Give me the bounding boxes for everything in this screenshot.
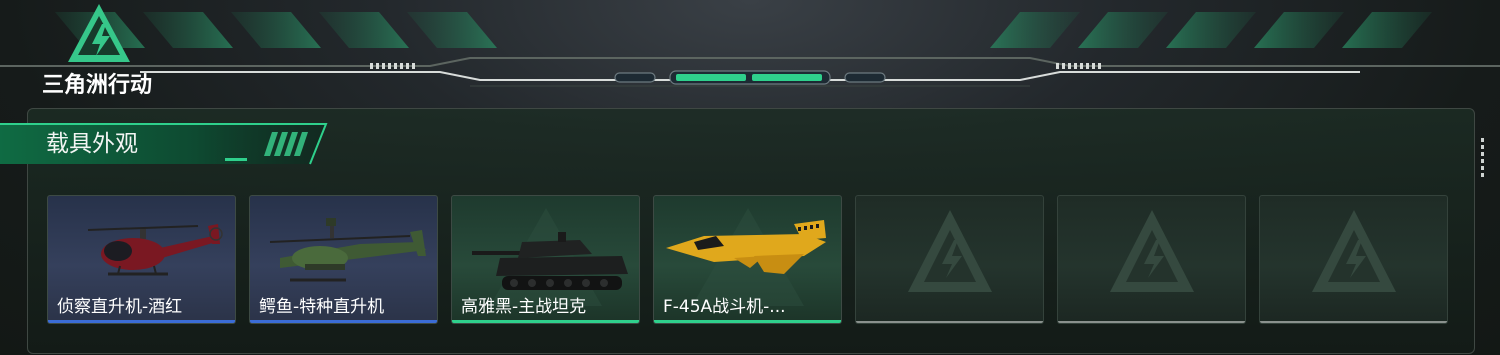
rarity-bar [654,320,841,323]
empty-slot-logo-icon [908,210,992,292]
vehicle-name: 高雅黑-主战坦克 [461,297,587,317]
rarity-bar [452,320,639,323]
delta-force-logo-icon [68,4,130,62]
panel-scroll-indicator[interactable] [1481,138,1485,182]
empty-slot-logo-icon [1110,210,1194,292]
vehicle-name: 鳄鱼-特种直升机 [259,297,385,317]
game-logo-text: 三角洲行动 [42,73,153,98]
vehicle-card[interactable]: 高雅黑-主战坦克 [451,195,640,324]
empty-slot-bar [1058,321,1245,323]
empty-vehicle-slot[interactable] [1259,195,1448,324]
top-decorative-bar [0,12,1500,87]
empty-vehicle-slot[interactable] [855,195,1044,324]
empty-vehicle-slot[interactable] [1057,195,1246,324]
empty-slot-logo-icon [1312,210,1396,292]
empty-slot-bar [856,321,1043,323]
rarity-bar [250,320,437,323]
empty-slot-bar [1260,321,1447,323]
vehicle-card[interactable]: 侦察直升机-酒红 [47,195,236,324]
vehicle-card[interactable]: 鳄鱼-特种直升机 [249,195,438,324]
vehicle-name: F-45A战斗机-... [663,297,786,317]
vehicle-card[interactable]: F-45A战斗机-... [653,195,842,324]
section-title: 载具外观 [46,131,138,157]
vehicle-name: 侦察直升机-酒红 [57,297,183,317]
rarity-bar [48,320,235,323]
